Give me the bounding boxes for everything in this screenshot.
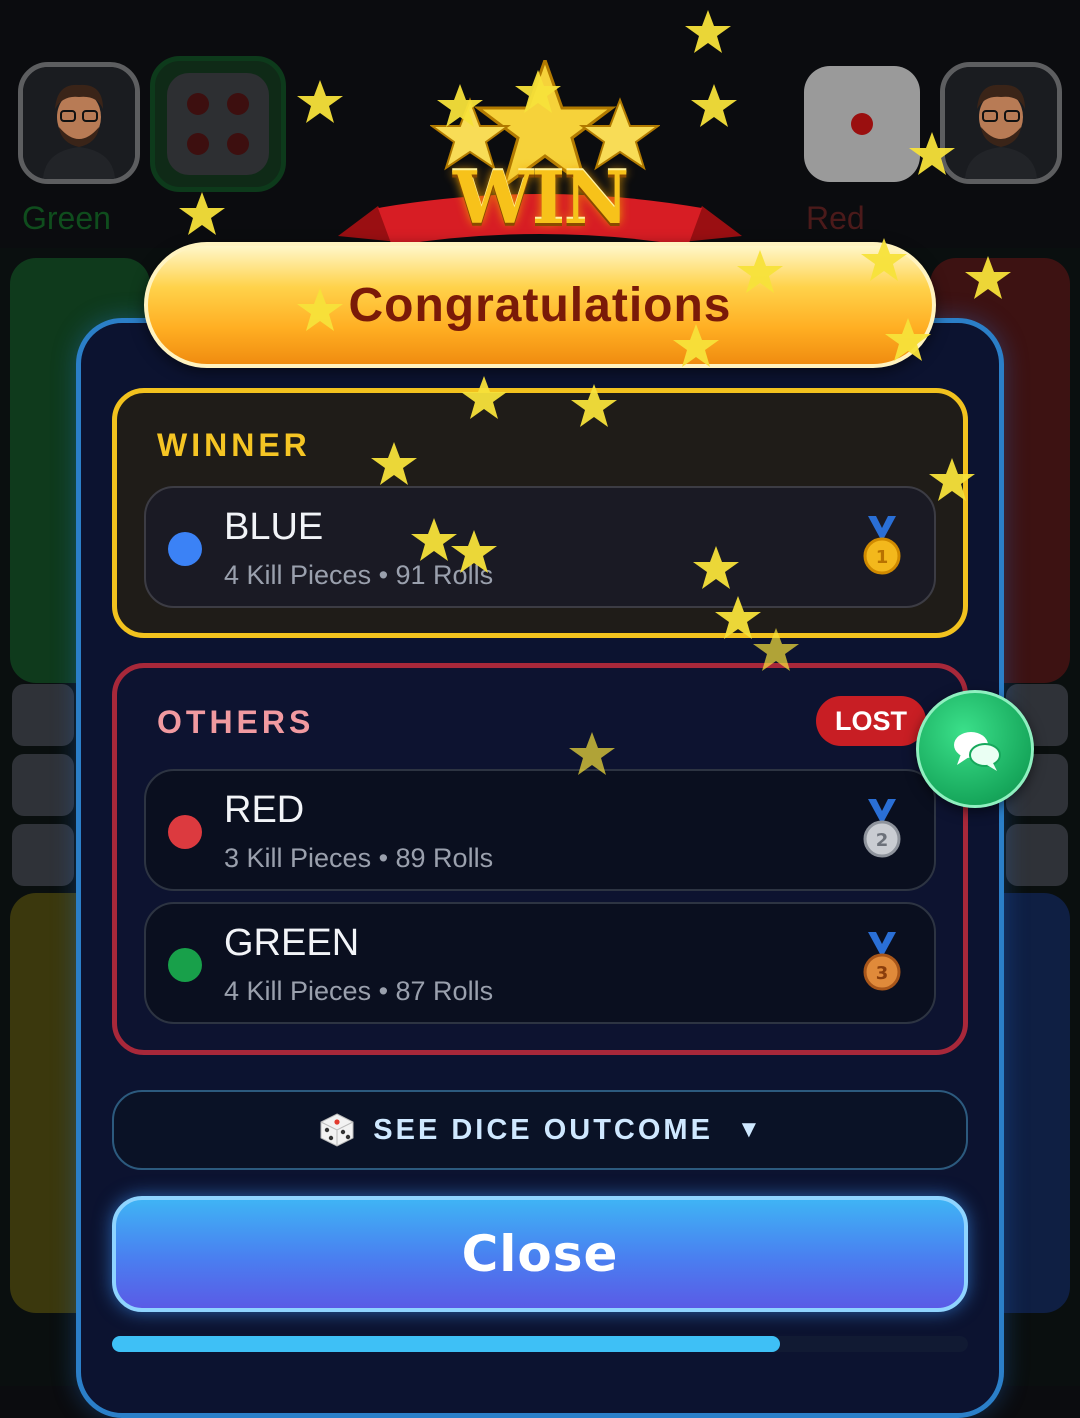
avatar-icon xyxy=(23,67,135,179)
auto-close-progress-bar xyxy=(112,1336,968,1352)
others-row: GREEN 4 Kill Pieces • 87 Rolls 3 xyxy=(144,902,936,1024)
win-title: WIN xyxy=(452,155,629,240)
player-stats: 3 Kill Pieces • 89 Rolls xyxy=(224,843,494,873)
close-button[interactable]: Close xyxy=(112,1196,968,1312)
winner-row: BLUE 4 Kill Pieces • 91 Rolls 1 xyxy=(144,486,936,608)
see-dice-outcome-button[interactable]: SEE DICE OUTCOME ▼ xyxy=(112,1090,968,1170)
star-icon xyxy=(297,80,343,123)
player-name: GREEN xyxy=(224,922,360,964)
dice-face xyxy=(167,73,269,175)
player-color-dot xyxy=(168,532,202,566)
chat-button[interactable] xyxy=(916,690,1034,808)
svg-text:2: 2 xyxy=(876,830,889,851)
others-row: RED 3 Kill Pieces • 89 Rolls 2 xyxy=(144,769,936,891)
red-dice[interactable] xyxy=(804,66,920,182)
player-avatar-green xyxy=(18,62,140,184)
player-stats: 4 Kill Pieces • 91 Rolls xyxy=(224,560,494,590)
player-color-dot xyxy=(168,815,202,849)
see-dice-outcome-label: SEE DICE OUTCOME xyxy=(373,1113,713,1146)
winner-heading: WINNER xyxy=(157,427,311,463)
star-icon xyxy=(691,84,737,127)
player-name-green: Green xyxy=(22,200,111,236)
chat-bubbles-icon xyxy=(954,732,1001,771)
dice-icon xyxy=(320,1113,354,1147)
player-name: RED xyxy=(224,789,305,831)
congratulations-banner: Congratulations xyxy=(144,242,936,368)
player-stats: 4 Kill Pieces • 87 Rolls xyxy=(224,976,494,1006)
gold-medal-icon: 1 xyxy=(863,516,901,575)
board-cell xyxy=(12,684,74,746)
green-dice-slot[interactable] xyxy=(150,56,286,192)
silver-medal-icon: 2 xyxy=(863,799,901,858)
player-name: BLUE xyxy=(224,506,324,548)
lost-badge: LOST xyxy=(816,696,926,746)
bronze-medal-icon: 3 xyxy=(863,932,901,991)
player-color-dot xyxy=(168,948,202,982)
star-icon xyxy=(179,192,225,235)
player-name-red: Red xyxy=(806,200,865,236)
board-cell xyxy=(12,754,74,816)
close-button-label: Close xyxy=(461,1225,619,1283)
board-cell xyxy=(1006,824,1068,886)
congratulations-text: Congratulations xyxy=(348,278,732,332)
board-cell xyxy=(12,824,74,886)
avatar-icon xyxy=(945,67,1057,179)
star-icon xyxy=(685,10,731,53)
player-avatar-red xyxy=(940,62,1062,184)
svg-text:3: 3 xyxy=(876,963,889,984)
svg-text:1: 1 xyxy=(876,547,889,568)
others-heading: OTHERS xyxy=(157,704,315,740)
progress-fill xyxy=(112,1336,780,1352)
chevron-down-icon: ▼ xyxy=(736,1116,761,1143)
